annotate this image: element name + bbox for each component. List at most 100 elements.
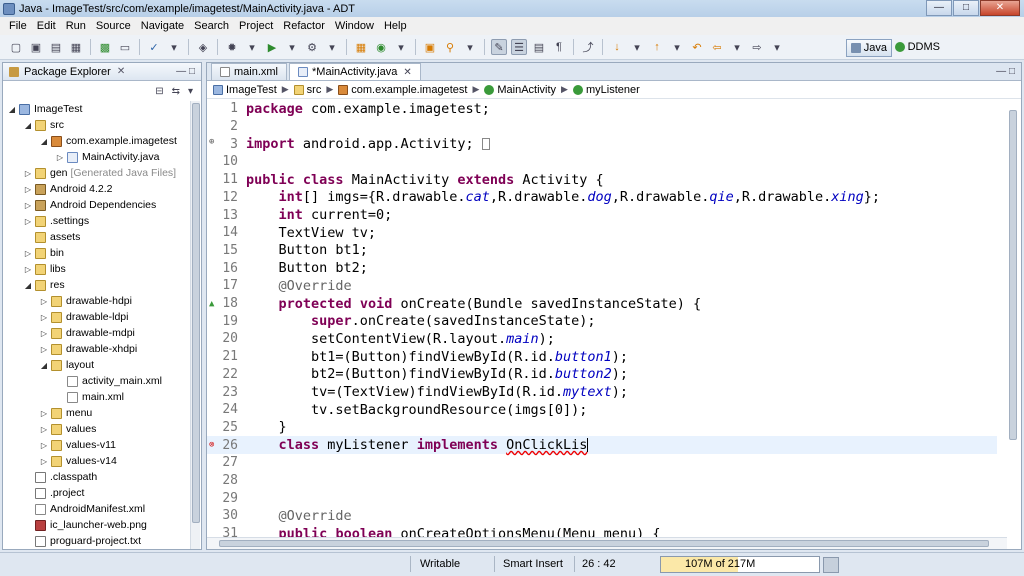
tree-item[interactable]: .classpath — [23, 469, 97, 485]
tree-item[interactable]: ▷ values-v14 — [39, 453, 117, 469]
collapsed-icon[interactable]: ▷ — [39, 329, 49, 338]
code-line[interactable]: 18 ▲ protected void onCreate(Bundle saved… — [207, 295, 997, 313]
tree-item[interactable]: main.xml — [55, 389, 124, 405]
tab-mainactivity-java[interactable]: *MainActivity.java ✕ — [289, 63, 421, 80]
code-line[interactable]: 25 } — [207, 419, 997, 437]
dropdown-arrow-icon[interactable]: ▾ — [462, 39, 478, 55]
error-marker-icon[interactable]: ⊗ — [209, 440, 214, 450]
tree-item[interactable]: ▷ drawable-mdpi — [39, 325, 135, 341]
collapsed-icon[interactable]: ▷ — [39, 425, 49, 434]
maximize-button[interactable]: □ — [953, 0, 979, 16]
avd-manager-icon[interactable]: ▭ — [117, 39, 133, 55]
code-line[interactable]: 21 bt1=(Button)findViewById(R.id.button1… — [207, 348, 997, 366]
menu-file[interactable]: File — [4, 20, 32, 32]
scrollbar-thumb[interactable] — [1009, 110, 1017, 440]
open-type-icon[interactable]: ▣ — [422, 39, 438, 55]
scrollbar-thumb[interactable] — [192, 103, 200, 523]
link-with-editor-icon[interactable]: ⇆ — [172, 86, 180, 97]
view-menu-icon[interactable]: ▾ — [188, 86, 193, 97]
tree-item[interactable]: ◢ src — [23, 117, 64, 133]
dropdown-arrow-icon[interactable]: ▾ — [393, 39, 409, 55]
tree-item[interactable]: ▷ values — [39, 421, 96, 437]
tree-item[interactable]: AndroidManifest.xml — [23, 501, 145, 517]
lint-check-icon[interactable]: ✓ — [146, 39, 162, 55]
tree-item[interactable]: ▷ drawable-xhdpi — [39, 341, 137, 357]
code-line[interactable]: 27 — [207, 454, 997, 472]
back-icon[interactable]: ⇦ — [709, 39, 725, 55]
code-line[interactable]: 13 int current=0; — [207, 206, 997, 224]
breadcrumb-src[interactable]: src — [293, 84, 321, 96]
new-android-project-icon[interactable]: ◈ — [195, 39, 211, 55]
breadcrumb-inner-class[interactable]: myListener — [572, 84, 640, 96]
dropdown-arrow-icon[interactable]: ▾ — [324, 39, 340, 55]
tree-item[interactable]: ▷ libs — [23, 261, 66, 277]
tree-item[interactable]: ▷ .settings — [23, 213, 89, 229]
tree-item[interactable]: ◢ com.example.imagetest — [39, 133, 177, 149]
editor-horizontal-scrollbar[interactable] — [207, 537, 1007, 549]
code-line[interactable]: 16 Button bt2; — [207, 259, 997, 277]
collapsed-icon[interactable]: ▷ — [23, 201, 33, 210]
collapsed-icon[interactable]: ▷ — [39, 409, 49, 418]
dropdown-arrow-icon[interactable]: ▾ — [166, 39, 182, 55]
menu-project[interactable]: Project — [234, 20, 278, 32]
new-package-icon[interactable]: ▦ — [353, 39, 369, 55]
print-icon[interactable]: ▦ — [68, 39, 84, 55]
code-line[interactable]: 24 tv.setBackgroundResource(imgs[0]); — [207, 401, 997, 419]
forward-icon[interactable]: ⇨ — [749, 39, 765, 55]
toggle-breadcrumb-icon[interactable]: ☰ — [511, 39, 527, 55]
tree-item[interactable]: assets — [23, 229, 80, 245]
tree-item[interactable]: ▷ values-v11 — [39, 437, 116, 453]
collapsed-icon[interactable]: ▷ — [23, 217, 33, 226]
tree-item[interactable]: ▷ MainActivity.java — [55, 149, 160, 165]
save-icon[interactable]: ▣ — [28, 39, 44, 55]
menu-run[interactable]: Run — [61, 20, 91, 32]
toggle-mark-occurrences-icon[interactable]: ✎ — [491, 39, 507, 55]
breadcrumb-package[interactable]: com.example.imagetest — [338, 84, 467, 96]
tree-item[interactable]: ▷ gen [Generated Java Files] — [23, 165, 176, 181]
code-line[interactable]: 17 @Override — [207, 277, 997, 295]
save-all-icon[interactable]: ▤ — [48, 39, 64, 55]
minimize-maximize-icon[interactable]: — □ — [176, 66, 195, 77]
package-explorer-scrollbar[interactable] — [190, 101, 200, 549]
code-line[interactable]: 23 tv=(TextView)findViewById(R.id.mytext… — [207, 383, 997, 401]
tree-item[interactable]: ◢ ImageTest — [7, 101, 83, 117]
collapsed-icon[interactable]: ▷ — [23, 265, 33, 274]
collapsed-icon[interactable]: ▷ — [55, 153, 65, 162]
menu-edit[interactable]: Edit — [32, 20, 61, 32]
tree-item[interactable]: ic_launcher-web.png — [23, 517, 147, 533]
code-line[interactable]: ⊕ 3 import android.app.Activity; — [207, 135, 997, 153]
perspective-java[interactable]: Java — [845, 39, 892, 57]
code-line[interactable]: 12 int[] imgs={R.drawable.cat,R.drawable… — [207, 189, 997, 207]
dropdown-arrow-icon[interactable]: ▾ — [629, 39, 645, 55]
perspective-ddms[interactable]: DDMS — [894, 41, 940, 53]
tree-item[interactable]: ▷ drawable-hdpi — [39, 293, 132, 309]
new-class-icon[interactable]: ◉ — [373, 39, 389, 55]
expanded-icon[interactable]: ◢ — [39, 361, 49, 370]
tree-item[interactable]: ▷ menu — [39, 405, 92, 421]
tree-item[interactable]: ▷ bin — [23, 245, 64, 261]
dropdown-arrow-icon[interactable]: ▾ — [284, 39, 300, 55]
menu-navigate[interactable]: Navigate — [136, 20, 189, 32]
tree-item[interactable]: ◢ layout — [39, 357, 94, 373]
dropdown-arrow-icon[interactable]: ▾ — [669, 39, 685, 55]
fold-expand-icon[interactable]: ⊕ — [209, 137, 214, 147]
minimize-button[interactable]: — — [926, 0, 952, 16]
next-annotation-icon[interactable]: ↓ — [609, 39, 625, 55]
garbage-collect-icon[interactable] — [823, 557, 839, 573]
collapsed-icon[interactable]: ▷ — [39, 457, 49, 466]
collapsed-icon[interactable]: ▷ — [39, 297, 49, 306]
menu-help[interactable]: Help — [379, 20, 412, 32]
menu-source[interactable]: Source — [91, 20, 136, 32]
collapsed-icon[interactable]: ▷ — [39, 345, 49, 354]
close-icon[interactable]: ✕ — [117, 66, 125, 77]
package-explorer-tab[interactable]: Package Explorer ✕ — □ — [3, 63, 201, 81]
editor-vertical-scrollbar[interactable] — [1007, 100, 1019, 538]
close-button[interactable]: ✕ — [980, 0, 1020, 16]
collapsed-icon[interactable]: ▷ — [23, 249, 33, 258]
run-icon[interactable]: ▶ — [264, 39, 280, 55]
tree-item[interactable]: activity_main.xml — [55, 373, 162, 389]
code-line[interactable]: 10 — [207, 153, 997, 171]
menu-window[interactable]: Window — [330, 20, 379, 32]
expanded-icon[interactable]: ◢ — [23, 121, 33, 130]
code-line[interactable]: 22 bt2=(Button)findViewById(R.id.button2… — [207, 366, 997, 384]
